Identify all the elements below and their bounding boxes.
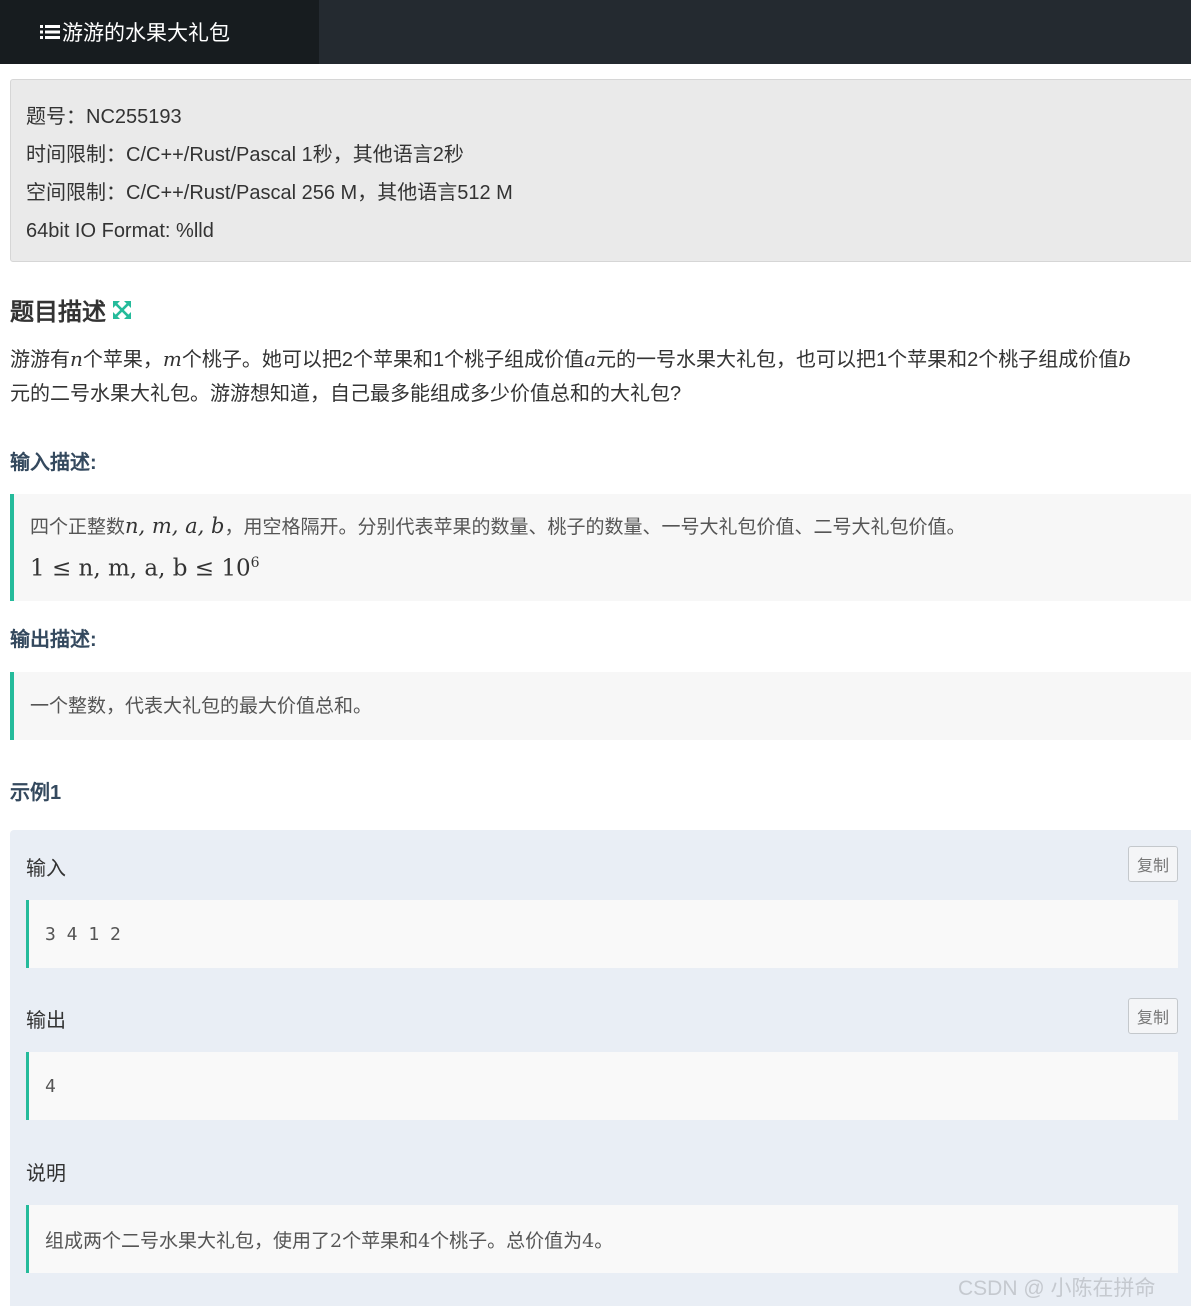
example-output-value: 4: [26, 1052, 1178, 1120]
input-desc-text: 四个正整数n, m, a, b，用空格隔开。分别代表苹果的数量、桃子的数量、一号…: [30, 510, 1191, 543]
description-heading-label: 题目描述: [10, 299, 106, 326]
input-desc-block: 四个正整数n, m, a, b，用空格隔开。分别代表苹果的数量、桃子的数量、一号…: [10, 494, 1191, 601]
description-line-2: 元的二号水果大礼包。游游想知道，自己最多能组成多少价值总和的大礼包?: [10, 383, 682, 405]
copy-input-button[interactable]: 复制: [1128, 846, 1178, 882]
example-input-label: 输入: [26, 858, 66, 880]
var-a: a: [584, 347, 597, 371]
time-limit: 时间限制：C/C++/Rust/Pascal 1秒，其他语言2秒: [26, 144, 464, 166]
var-b: b: [1118, 347, 1132, 371]
input-desc-heading: 输入描述:: [10, 452, 97, 474]
memory-limit: 空间限制：C/C++/Rust/Pascal 256 M，其他语言512 M: [26, 182, 513, 204]
description-heading: 题目描述: [10, 292, 132, 327]
example-explain-text: 组成两个二号水果大礼包，使用了2个苹果和4个桃子。总价值为4。: [26, 1205, 1178, 1273]
watermark: CSDN @ 小陈在拼命: [958, 1277, 1156, 1300]
example-output-label: 输出: [26, 1010, 66, 1032]
input-desc-text-a: 四个正整数: [30, 516, 126, 538]
top-bar: 游游的水果大礼包: [0, 0, 1191, 64]
example-heading: 示例1: [10, 782, 62, 804]
output-desc-block: 一个整数，代表大礼包的最大价值总和。: [10, 672, 1191, 740]
desc-text-d: 元的一号水果大礼包，也可以把1个苹果和2个桃子组成价值: [596, 349, 1119, 371]
problem-meta-box: 题号：NC255193 时间限制：C/C++/Rust/Pascal 1秒，其他…: [10, 79, 1191, 262]
var-n: n: [70, 347, 83, 371]
list-icon: [40, 25, 60, 39]
output-desc-heading: 输出描述:: [10, 629, 97, 651]
example-box: 输入 复制 3 4 1 2 输出 复制 4 说明 组成两个二号水果大礼包，使用了…: [10, 830, 1191, 1306]
var-m: m: [162, 347, 182, 371]
problem-title: 游游的水果大礼包: [62, 22, 230, 45]
expand-icon[interactable]: [112, 300, 132, 320]
input-constraint: 1 ≤ n, m, a, b ≤ 106: [30, 543, 1191, 589]
description-line-1: 游游有n个苹果，m个桃子。她可以把2个苹果和1个桃子组成价值a元的一号水果大礼包…: [10, 342, 1190, 377]
io-format: 64bit IO Format: %lld: [26, 220, 214, 242]
problem-id: 题号：NC255193: [26, 106, 182, 128]
input-desc-text-b: ，用空格隔开。分别代表苹果的数量、桃子的数量、一号大礼包价值、二号大礼包价值。: [224, 516, 966, 538]
desc-text-a: 游游有: [10, 349, 70, 371]
constraint-base: 1 ≤ n, m, a, b ≤ 10: [30, 555, 251, 582]
input-vars: n, m, a, b: [125, 514, 225, 538]
copy-output-button[interactable]: 复制: [1128, 998, 1178, 1034]
example-input-value: 3 4 1 2: [26, 900, 1178, 968]
problem-title-tab[interactable]: 游游的水果大礼包: [0, 0, 319, 64]
constraint-exponent: 6: [250, 555, 260, 571]
output-desc-text: 一个整数，代表大礼包的最大价值总和。: [30, 695, 373, 717]
example-explain-label: 说明: [26, 1163, 66, 1185]
description-text: 游游有n个苹果，m个桃子。她可以把2个苹果和1个桃子组成价值a元的一号水果大礼包…: [10, 342, 1190, 411]
desc-text-c: 个桃子。她可以把2个苹果和1个桃子组成价值: [181, 349, 585, 371]
desc-text-b: 个苹果，: [82, 349, 163, 371]
